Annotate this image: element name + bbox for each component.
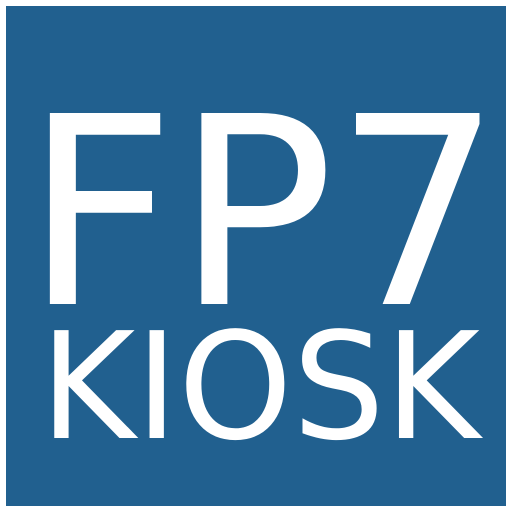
fp7-kiosk-app-icon: FP7 KIOSK xyxy=(0,0,512,512)
app-icon-label: FP7 KIOSK xyxy=(24,61,502,473)
app-icon-subtitle: KIOSK xyxy=(40,301,484,473)
